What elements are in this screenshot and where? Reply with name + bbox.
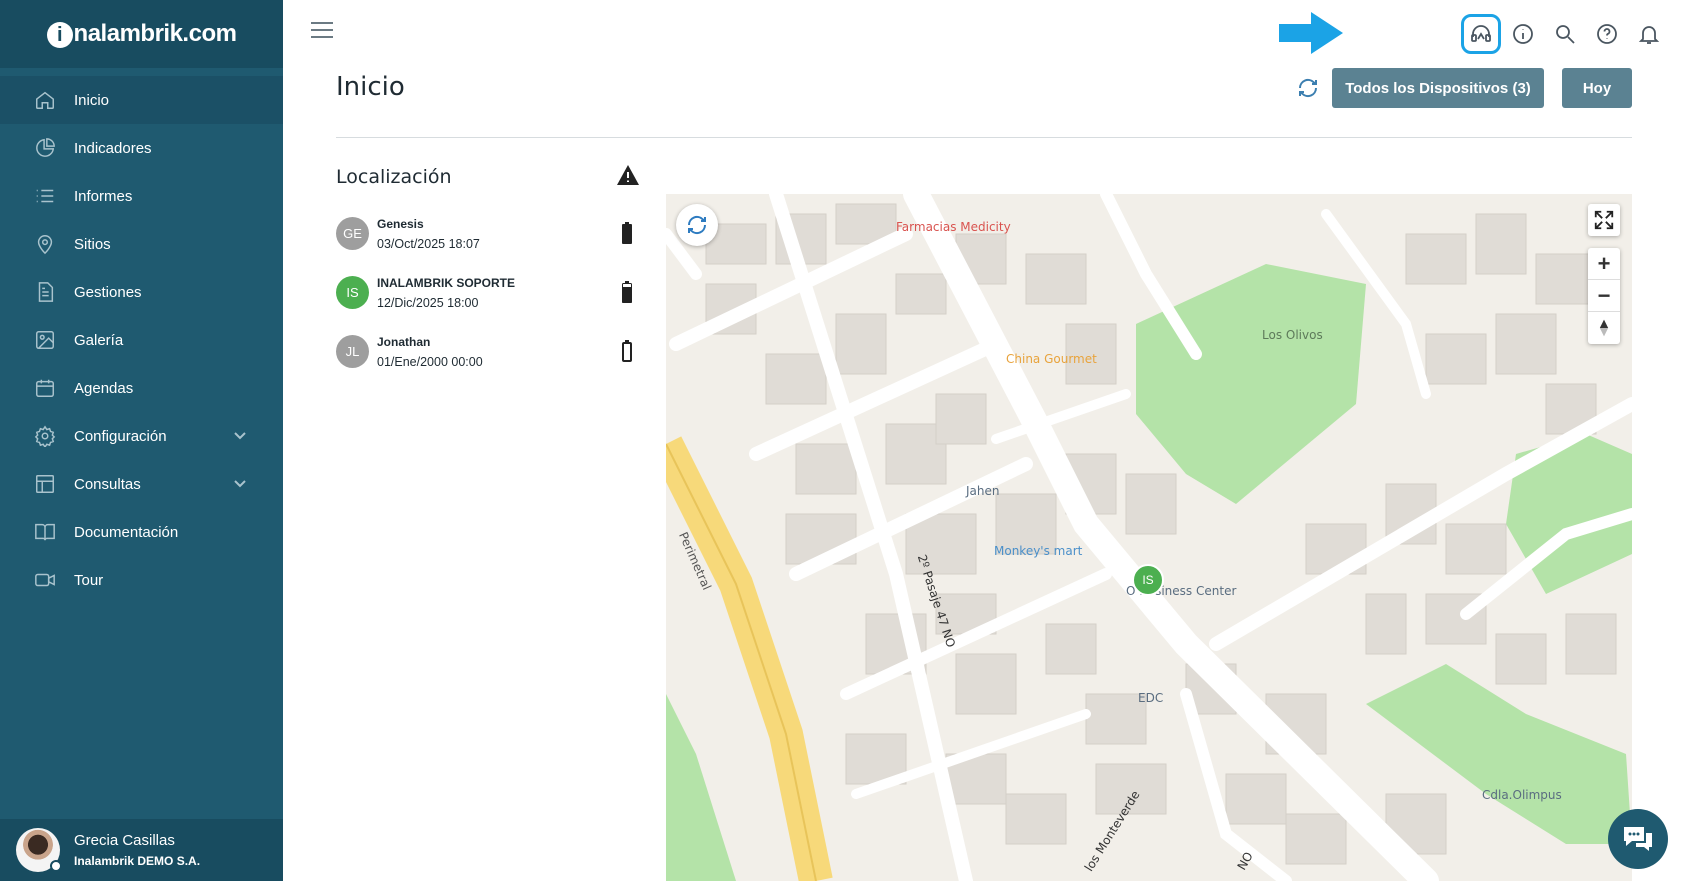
- fullscreen-icon: [1594, 210, 1614, 230]
- sidebar-item-label: Galería: [74, 331, 124, 349]
- device-marker[interactable]: IS: [1132, 564, 1164, 596]
- image-icon: [34, 329, 56, 351]
- sidebar-item-label: Tour: [74, 571, 104, 589]
- map-label-shop: Monkey's mart: [994, 544, 1083, 558]
- chat-icon: [1624, 827, 1652, 851]
- document-icon: [34, 281, 56, 303]
- device-list: GE Genesis 03/Oct/2025 18:07 IS INALAMBR…: [336, 204, 646, 381]
- sidebar-item-label: Sitios: [74, 235, 111, 253]
- map-label-place: Jahen: [966, 484, 1000, 498]
- warning-icon[interactable]: [616, 164, 640, 186]
- avatar: IS: [336, 276, 369, 309]
- map-label-neighborhood: Cdla.Olimpus: [1482, 788, 1562, 802]
- sidebar-item-label: Informes: [74, 187, 133, 205]
- menu-toggle-icon[interactable]: [311, 22, 333, 40]
- device-name: Genesis: [377, 216, 424, 231]
- map-tiles: [666, 194, 1632, 881]
- support-headset-icon[interactable]: [1461, 14, 1501, 54]
- device-date: 03/Oct/2025 18:07: [377, 236, 480, 251]
- sidebar-item-documentacion[interactable]: Documentación: [0, 508, 283, 556]
- zoom-controls: + −: [1588, 248, 1620, 344]
- map-label-restaurant: China Gourmet: [1006, 352, 1097, 366]
- bell-icon[interactable]: [1629, 14, 1669, 54]
- logo-mark: i: [46, 22, 73, 48]
- all-devices-button[interactable]: Todos los Dispositivos (3): [1332, 68, 1544, 108]
- list-item[interactable]: GE Genesis 03/Oct/2025 18:07: [336, 204, 646, 263]
- sidebar-item-configuracion[interactable]: Configuración: [0, 412, 283, 460]
- sidebar-item-galeria[interactable]: Galería: [0, 316, 283, 364]
- today-button[interactable]: Hoy: [1562, 68, 1632, 108]
- sidebar-item-label: Configuración: [74, 427, 167, 445]
- list-item[interactable]: IS INALAMBRIK SOPORTE 12/Dic/2025 18:00: [336, 263, 646, 322]
- sync-icon[interactable]: [1296, 76, 1320, 100]
- fullscreen-button[interactable]: [1588, 204, 1620, 236]
- compass-button[interactable]: [1588, 312, 1620, 344]
- battery-high-icon: [622, 281, 632, 303]
- page-title: Inicio: [336, 72, 405, 102]
- user-name: Grecia Casillas: [74, 832, 175, 849]
- gear-icon: [34, 425, 56, 447]
- avatar: [16, 828, 62, 872]
- map-refresh-button[interactable]: [676, 204, 718, 246]
- zoom-out-button[interactable]: −: [1588, 280, 1620, 312]
- battery-full-icon: [622, 222, 632, 244]
- sidebar: i nalambrik.com Inicio Indicadores Inform…: [0, 0, 283, 881]
- map-label-park: Los Olivos: [1262, 328, 1323, 342]
- device-date: 01/Ene/2000 00:00: [377, 354, 483, 369]
- brand-logo[interactable]: i nalambrik.com: [0, 0, 283, 68]
- chevron-down-icon[interactable]: [233, 476, 247, 490]
- divider: [336, 137, 1632, 138]
- sidebar-item-sitios[interactable]: Sitios: [0, 220, 283, 268]
- logo-text: nalambrik.com: [73, 20, 237, 47]
- device-date: 12/Dic/2025 18:00: [377, 295, 479, 310]
- map-pin-icon: [34, 233, 56, 255]
- device-name: INALAMBRIK SOPORTE: [377, 275, 515, 290]
- compass-icon: [1599, 319, 1609, 337]
- map-label-pharmacy: Farmacias Medicity: [896, 220, 1011, 234]
- header-actions: [1459, 14, 1669, 54]
- sidebar-item-agendas[interactable]: Agendas: [0, 364, 283, 412]
- avatar: GE: [336, 217, 369, 250]
- chat-button[interactable]: [1608, 809, 1668, 869]
- sidebar-item-label: Documentación: [74, 523, 179, 541]
- sidebar-item-label: Gestiones: [74, 283, 142, 301]
- sidebar-item-label: Agendas: [74, 379, 134, 397]
- user-profile[interactable]: Grecia Casillas Inalambrik DEMO S.A.: [0, 819, 283, 881]
- list-item[interactable]: JL Jonathan 01/Ene/2000 00:00: [336, 322, 646, 381]
- sidebar-item-label: Consultas: [74, 475, 141, 493]
- calendar-icon: [34, 377, 56, 399]
- help-icon[interactable]: [1587, 14, 1627, 54]
- map-label-place: EDC: [1138, 691, 1164, 705]
- pie-chart-icon: [34, 137, 56, 159]
- home-icon: [34, 89, 56, 111]
- sidebar-item-inicio[interactable]: Inicio: [0, 76, 283, 124]
- online-status-dot: [50, 860, 62, 872]
- top-bar: [283, 0, 1683, 64]
- sidebar-item-tour[interactable]: Tour: [0, 556, 283, 604]
- location-title: Localización: [336, 166, 452, 188]
- table-icon: [34, 473, 56, 495]
- sidebar-nav: Inicio Indicadores Informes Sitios Gesti…: [0, 76, 283, 604]
- avatar: JL: [336, 335, 369, 368]
- user-org: Inalambrik DEMO S.A.: [74, 854, 201, 868]
- device-name: Jonathan: [377, 334, 431, 349]
- arrow-right-icon: [1279, 12, 1343, 54]
- map[interactable]: + − Farmacias Medicity China Gourmet Los…: [666, 194, 1632, 881]
- video-icon: [34, 569, 56, 591]
- battery-empty-icon: [622, 340, 632, 362]
- sidebar-item-informes[interactable]: Informes: [0, 172, 283, 220]
- list-icon: [34, 185, 56, 207]
- book-icon: [34, 521, 56, 543]
- sync-icon: [687, 215, 707, 235]
- sidebar-item-gestiones[interactable]: Gestiones: [0, 268, 283, 316]
- sidebar-item-label: Inicio: [74, 91, 110, 109]
- chevron-down-icon[interactable]: [233, 428, 247, 442]
- info-icon[interactable]: [1503, 14, 1543, 54]
- sidebar-item-consultas[interactable]: Consultas: [0, 460, 283, 508]
- sidebar-item-label: Indicadores: [74, 139, 152, 157]
- search-icon[interactable]: [1545, 14, 1585, 54]
- sidebar-item-indicadores[interactable]: Indicadores: [0, 124, 283, 172]
- zoom-in-button[interactable]: +: [1588, 248, 1620, 280]
